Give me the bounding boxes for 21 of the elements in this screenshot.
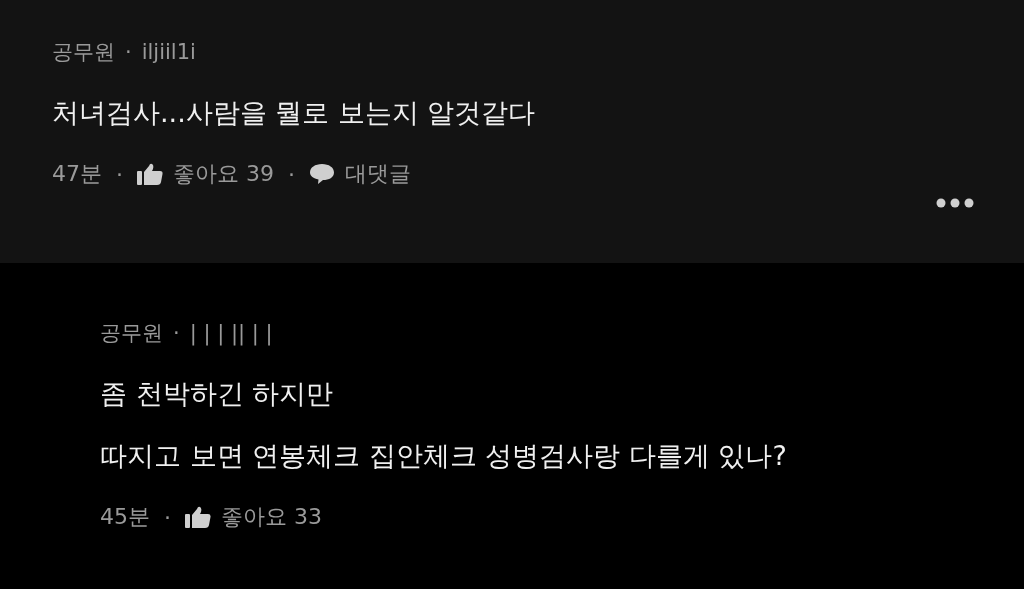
comment-time: 47분 bbox=[52, 160, 102, 188]
like-button[interactable]: 좋아요 39 bbox=[137, 159, 274, 189]
thumbs-up-icon bbox=[185, 506, 211, 528]
author-name: 공무원 bbox=[100, 320, 163, 347]
comment-text: 좀 천박하긴 하지만 bbox=[100, 377, 335, 411]
separator-dot: · bbox=[288, 161, 295, 187]
username: | | | || | | bbox=[189, 321, 273, 345]
separator-dot: · bbox=[164, 504, 171, 530]
username: iljiil1i bbox=[141, 40, 196, 64]
comment-text: 처녀검사...사람을 뭘로 보는지 알것같다 bbox=[52, 96, 537, 130]
separator-dot: · bbox=[116, 161, 123, 187]
author-name: 공무원 bbox=[52, 39, 115, 66]
speech-bubble-icon bbox=[309, 163, 335, 185]
thumbs-up-icon bbox=[137, 163, 163, 185]
separator-dot: · bbox=[173, 321, 180, 345]
more-options-icon[interactable] bbox=[936, 198, 974, 208]
like-button[interactable]: 좋아요 33 bbox=[185, 502, 322, 532]
separator-dot: · bbox=[125, 40, 132, 64]
reply-button[interactable]: 대댓글 bbox=[309, 159, 411, 189]
comment-text: 따지고 보면 연봉체크 집안체크 성병검사랑 다를게 있나? bbox=[100, 439, 788, 473]
comment-time: 45분 bbox=[100, 503, 150, 531]
